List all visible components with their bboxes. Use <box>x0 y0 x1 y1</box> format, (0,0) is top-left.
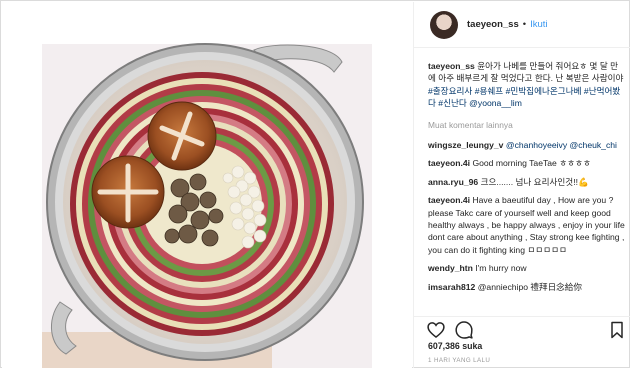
comment-username[interactable]: taeyeon.4i <box>428 195 470 205</box>
caption-tags[interactable]: #출장요리사 #용쉐프 #민박집에나온그나베 #난먹어봤다 #신난다 @yoon… <box>428 86 620 108</box>
list-item: taeyeon.4i Have a baeutiful day , How ar… <box>428 194 625 256</box>
post-timestamp: 1 HARI YANG LALU <box>428 357 491 364</box>
caption-username[interactable]: taeyeon_ss <box>428 61 475 71</box>
comment-text: 크으....... 넘나 요리사인것!!💪 <box>480 176 589 187</box>
post-caption: taeyeon_ss 윤아가 나베를 만들어 줘어요ㅎ 몇 달 만에 아주 배부… <box>428 60 625 110</box>
comment-username[interactable]: taeyeon.4i <box>428 158 470 168</box>
heart-icon[interactable] <box>426 320 446 340</box>
comment-text: @anniechipo 禮拜日念給你 <box>477 281 582 292</box>
comment-username[interactable]: wendy_htn <box>428 263 473 273</box>
instagram-post-window: taeyeon_ss • Ikuti taeyeon_ss 윤아가 나베를 만들… <box>0 0 630 368</box>
comment-username[interactable]: anna.ryu_96 <box>428 177 478 187</box>
comment-username[interactable]: wingsze_leungy_v <box>428 140 503 150</box>
post-actions <box>414 316 630 340</box>
list-item: wendy_htn I'm hurry now <box>428 262 625 274</box>
header-username[interactable]: taeyeon_ss <box>467 19 519 30</box>
comment-icon[interactable] <box>454 320 474 340</box>
comments-list: taeyeon_ss 윤아가 나베를 만들어 줘어요ㅎ 몇 달 만에 아주 배부… <box>414 52 630 299</box>
separator-dot: • <box>522 19 527 30</box>
list-item: imsarah812 @anniechipo 禮拜日念給你 <box>428 281 625 293</box>
comment-text[interactable]: @chanhoyeeivy @cheuk_chi <box>506 140 617 150</box>
bookmark-icon[interactable] <box>607 320 627 340</box>
comment-text: Good morning TaeTae ㅎㅎㅎㅎ <box>472 158 591 169</box>
like-count[interactable]: 607,386 suka <box>428 341 482 351</box>
post-side-panel: taeyeon_ss • Ikuti taeyeon_ss 윤아가 나베를 만들… <box>413 2 630 368</box>
list-item: taeyeon.4i Good morning TaeTae ㅎㅎㅎㅎ <box>428 157 625 169</box>
list-item: wingsze_leungy_v @chanhoyeeivy @cheuk_ch… <box>428 139 625 151</box>
list-item: anna.ryu_96 크으....... 넘나 요리사인것!!💪 <box>428 176 625 188</box>
follow-button[interactable]: Ikuti <box>530 19 547 30</box>
avatar[interactable] <box>430 10 458 39</box>
load-more-comments-link[interactable]: Muat komentar lainnya <box>428 119 625 131</box>
post-header: taeyeon_ss • Ikuti <box>414 2 630 48</box>
comment-username[interactable]: imsarah812 <box>428 282 475 292</box>
comment-text: I'm hurry now <box>475 263 527 274</box>
post-photo[interactable] <box>2 2 412 368</box>
